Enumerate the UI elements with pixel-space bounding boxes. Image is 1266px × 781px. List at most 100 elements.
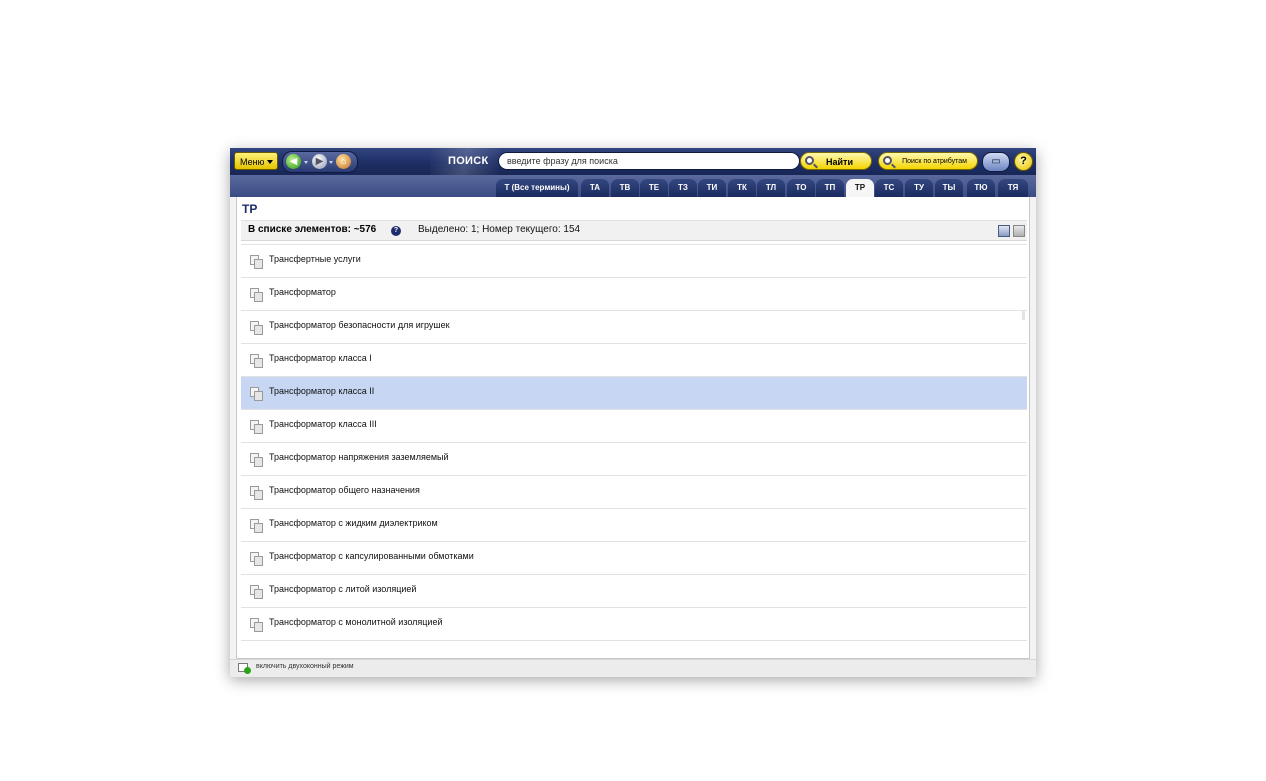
document-icon — [250, 618, 263, 632]
forward-icon[interactable]: ▶ — [312, 154, 327, 169]
tab-label: ТК — [737, 183, 747, 192]
document-icon — [250, 552, 263, 566]
list-item-label: Трансформатор с жидким диэлектриком — [269, 518, 438, 528]
tab-label: ТЯ — [1007, 183, 1019, 192]
list-item-label: Трансформатор класса II — [269, 386, 375, 396]
home-icon[interactable]: ⌂ — [336, 154, 351, 169]
tab[interactable]: ТО — [787, 179, 815, 197]
search-label: ПОИСК — [448, 155, 489, 167]
tab-label: ТЫ — [942, 183, 956, 192]
tab[interactable]: ТК — [728, 179, 756, 197]
tab-label: ТУ — [914, 183, 924, 192]
list-item-label: Трансформатор с литой изоляцией — [269, 584, 417, 594]
list-item[interactable]: Трансфертные услуги — [241, 245, 1027, 278]
tab-active[interactable]: ТР — [846, 179, 874, 197]
term-list: Трансфертные услуги Трансформатор Трансф… — [241, 240, 1027, 649]
document-icon — [250, 387, 263, 401]
tab[interactable]: ТУ — [905, 179, 933, 197]
document-icon — [250, 519, 263, 533]
menu-button[interactable]: Меню — [234, 152, 278, 170]
attribute-search-button[interactable]: Поиск по атрибутам — [878, 152, 978, 170]
search-icon — [805, 156, 814, 165]
list-item-label: Трансформатор общего назначения — [269, 485, 420, 495]
tab[interactable]: ТИ — [698, 179, 726, 197]
letter-tabs: Т (Все термины) ТА ТВ ТЕ ТЗ ТИ ТК ТЛ ТО … — [230, 175, 1036, 197]
list-item[interactable]: Трансформатор напряжения заземляемый — [241, 443, 1027, 476]
list-item[interactable]: Трансформатор класса III — [241, 410, 1027, 443]
list-item-label: Трансформатор класса I — [269, 353, 372, 363]
dual-window-icon[interactable] — [238, 663, 251, 674]
tab[interactable]: ТЮ — [967, 179, 995, 197]
document-icon — [250, 486, 263, 500]
back-icon[interactable]: ◀ — [286, 154, 301, 169]
toolbar: Меню ◀ ▶ ⌂ ПОИСК Найти Поиск по атрибута… — [230, 148, 1036, 175]
list-item-label: Трансформатор безопасности для игрушек — [269, 320, 450, 330]
search-icon — [883, 156, 892, 165]
list-item[interactable]: Трансформатор безопасности для игрушек — [241, 311, 1027, 344]
tab-label: ТО — [795, 183, 807, 192]
chevron-down-icon[interactable] — [304, 161, 308, 164]
list-item-label: Трансформатор класса III — [269, 419, 377, 429]
tab-label: Т (Все термины) — [504, 183, 570, 192]
tab-label: ТР — [854, 183, 866, 192]
document-icon — [250, 288, 263, 302]
list-item-label: Трансформатор напряжения заземляемый — [269, 452, 449, 462]
find-button-label: Найти — [826, 157, 853, 167]
tab[interactable]: ТЛ — [757, 179, 785, 197]
tab-label: ТЛ — [765, 183, 777, 192]
tab-label: ТС — [883, 183, 895, 192]
list-item-label: Трансформатор — [269, 287, 336, 297]
selection-status: Выделено: 1; Номер текущего: 154 — [418, 224, 581, 235]
list-item[interactable]: Трансформатор с жидким диэлектриком — [241, 509, 1027, 542]
chevron-down-icon — [267, 160, 273, 164]
footer-bar: включить двухоконный режим — [230, 659, 1036, 677]
info-icon[interactable]: ? — [391, 226, 401, 236]
list-item[interactable]: Трансформатор с капсулированными обмотка… — [241, 542, 1027, 575]
help-icon: ? — [1020, 155, 1027, 167]
document-icon — [250, 255, 263, 269]
tab[interactable]: ТЯ — [998, 179, 1028, 197]
tab[interactable]: Т (Все термины) — [496, 179, 578, 197]
navigation-group: ◀ ▶ ⌂ — [282, 151, 358, 173]
document-icon — [250, 354, 263, 368]
dual-window-toggle[interactable]: включить двухоконный режим — [256, 663, 354, 670]
grid-icon[interactable] — [1013, 225, 1025, 237]
list-item-label: Трансформатор с капсулированными обмотка… — [269, 551, 474, 561]
list-item-label: Трансформатор с монолитной изоляцией — [269, 617, 443, 627]
help-button[interactable]: ? — [1014, 152, 1033, 171]
tab[interactable]: ТЫ — [935, 179, 963, 197]
list-item[interactable]: Трансформатор с монолитной изоляцией — [241, 608, 1027, 641]
item-count: В списке элементов: ~576 — [248, 224, 377, 235]
list-item-selected[interactable]: Трансформатор класса II — [241, 377, 1027, 410]
list-item[interactable]: Трансформатор общего назначения — [241, 476, 1027, 509]
content-panel: ТР В списке элементов: ~576 ? Выделено: … — [236, 197, 1030, 659]
tab[interactable]: ТЗ — [669, 179, 697, 197]
list-item[interactable]: Трансформатор с литой изоляцией — [241, 575, 1027, 608]
tab[interactable]: ТС — [875, 179, 903, 197]
scrollbar[interactable] — [1022, 310, 1025, 320]
search-input[interactable] — [498, 152, 800, 170]
find-button[interactable]: Найти — [800, 152, 872, 170]
tab-label: ТЕ — [648, 183, 660, 192]
tab[interactable]: ТП — [816, 179, 844, 197]
menu-button-label: Меню — [240, 157, 265, 167]
tab-label: ТЗ — [678, 183, 688, 192]
tab-label: ТЮ — [974, 183, 988, 192]
tab[interactable]: ТВ — [611, 179, 639, 197]
tab[interactable]: ТЕ — [640, 179, 668, 197]
tab-label: ТА — [589, 183, 601, 192]
attribute-search-label: Поиск по атрибутам — [902, 158, 967, 165]
tab-label: ТП — [824, 183, 836, 192]
tab[interactable]: ТА — [581, 179, 609, 197]
app-window: Меню ◀ ▶ ⌂ ПОИСК Найти Поиск по атрибута… — [230, 148, 1036, 677]
chevron-down-icon[interactable] — [329, 161, 333, 164]
document-icon — [250, 585, 263, 599]
export-icon[interactable] — [998, 225, 1010, 237]
list-item[interactable]: Трансформатор класса I — [241, 344, 1027, 377]
tab-label: ТВ — [619, 183, 631, 192]
tab-label: ТИ — [706, 183, 718, 192]
list-item-label: Трансфертные услуги — [269, 254, 361, 264]
list-info-bar: В списке элементов: ~576 ? Выделено: 1; … — [241, 220, 1027, 241]
monitor-icon[interactable]: ▭ — [982, 152, 1010, 172]
list-item[interactable]: Трансформатор — [241, 278, 1027, 311]
